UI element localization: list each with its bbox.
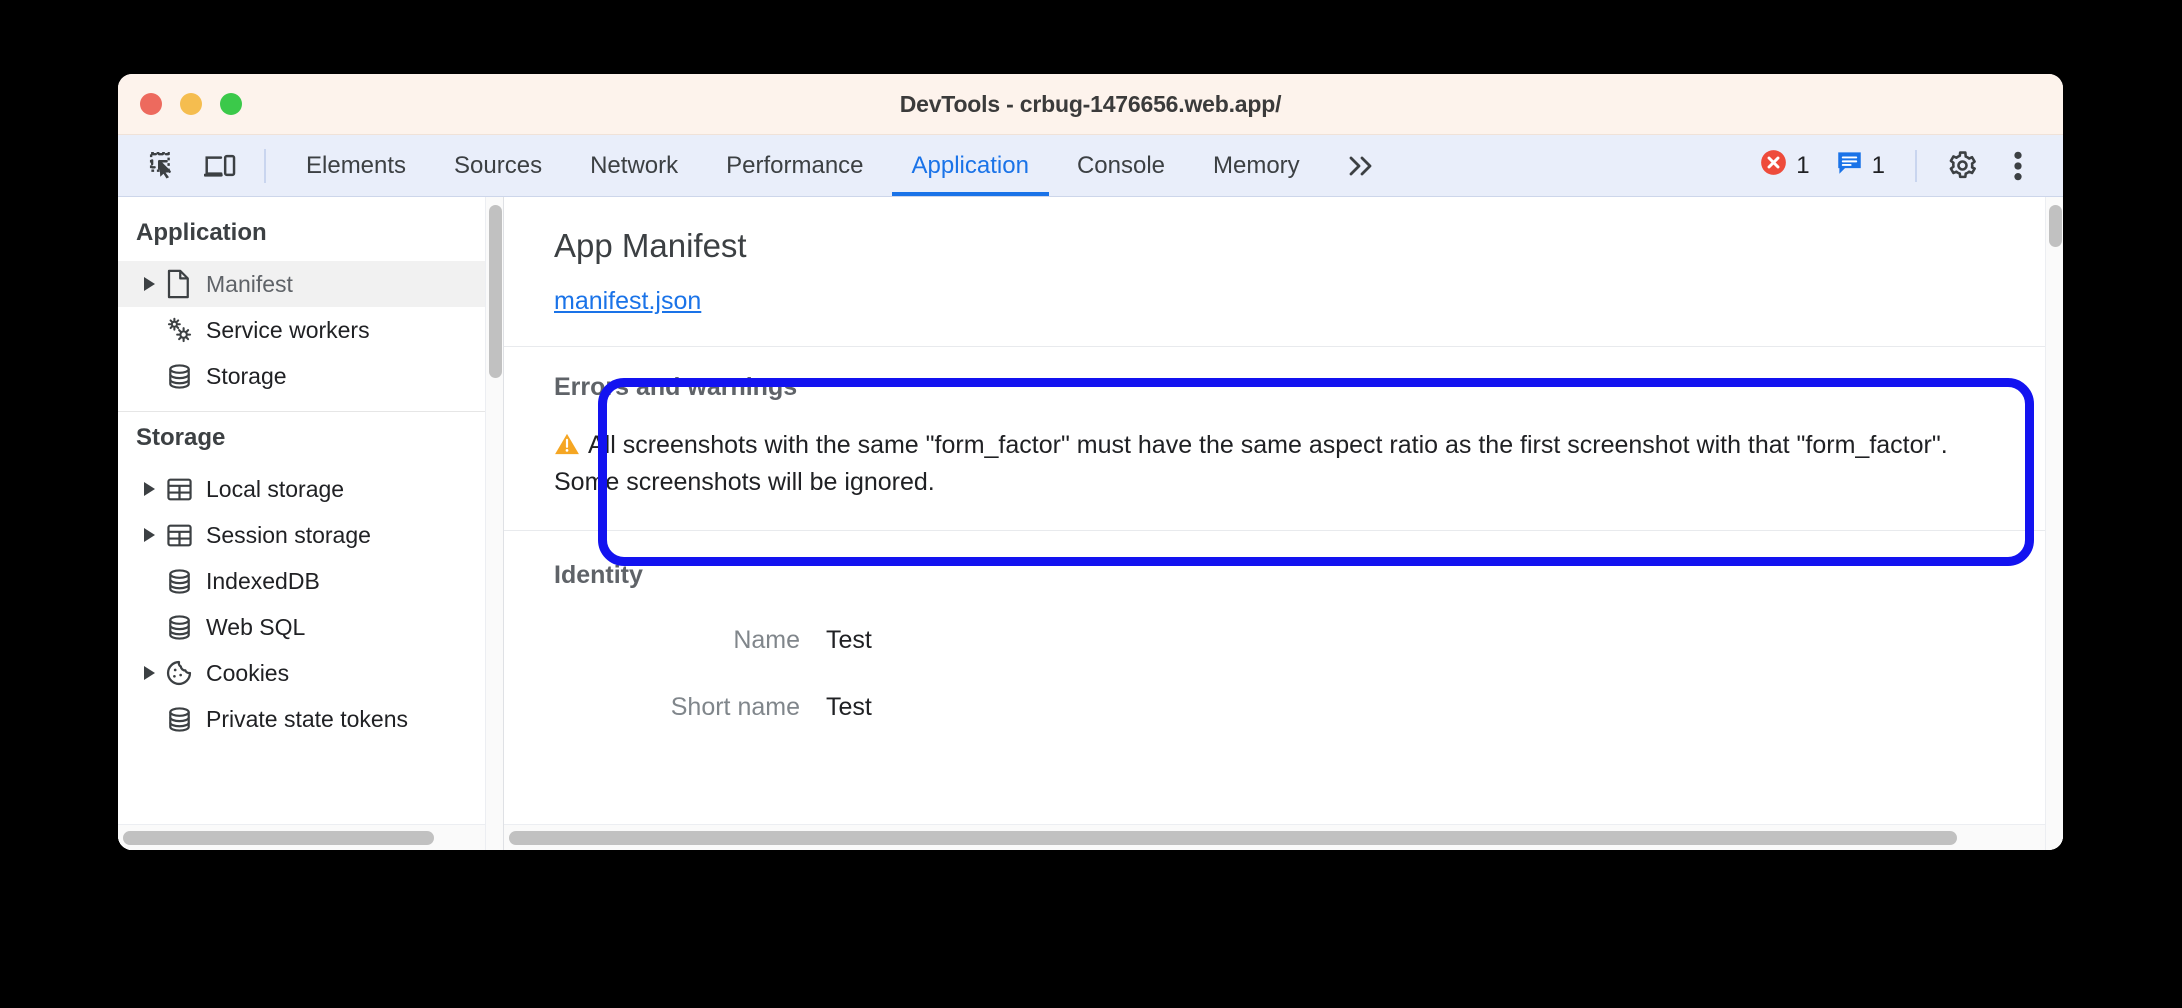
sidebar-horizontal-scrollbar[interactable]	[118, 824, 485, 850]
devtools-window: DevTools - crbug-1476656.web.app/ Elemen…	[118, 74, 2063, 850]
database-icon	[162, 614, 196, 641]
sidebar-tree: Application Manifest Service workers Sto…	[118, 197, 503, 742]
manifest-json-link[interactable]: manifest.json	[554, 287, 701, 315]
tab-label: Application	[911, 151, 1029, 179]
tab-label: Performance	[726, 151, 864, 179]
identity-section: Identity Name Test Short name Test	[504, 531, 2063, 770]
error-counter[interactable]: 1	[1750, 149, 1819, 183]
content-vertical-scrollbar[interactable]	[2045, 197, 2063, 850]
chevron-right-icon[interactable]	[136, 482, 162, 496]
sidebar-group-title: Application	[136, 219, 267, 246]
table-icon	[162, 476, 196, 503]
sidebar-item-label: Cookies	[206, 659, 290, 686]
tab-performance[interactable]: Performance	[702, 135, 887, 196]
chevron-right-icon[interactable]	[136, 666, 162, 680]
document-icon	[162, 269, 196, 299]
device-toolbar-icon[interactable]	[192, 135, 248, 196]
error-icon	[1760, 149, 1787, 183]
sidebar-item-session-storage[interactable]: Session storage	[118, 512, 503, 558]
sidebar-item-local-storage[interactable]: Local storage	[118, 466, 503, 512]
devtools-panes: Application Manifest Service workers Sto…	[118, 197, 2063, 850]
tab-label: Network	[590, 151, 679, 179]
sidebar-item-label: Service workers	[206, 316, 370, 343]
manifest-header-section: App Manifest manifest.json	[504, 197, 2063, 347]
scrollbar-thumb[interactable]	[123, 831, 434, 845]
tab-network[interactable]: Network	[566, 135, 702, 196]
sidebar-item-label: Web SQL	[206, 613, 306, 640]
sidebar-item-label: Private state tokens	[206, 705, 408, 732]
identity-section-title: Identity	[554, 560, 643, 589]
tab-application[interactable]: Application	[888, 135, 1053, 196]
sidebar-item-label: Local storage	[206, 475, 345, 502]
three-dot-menu-icon[interactable]	[1993, 141, 2043, 191]
page-title: App Manifest	[554, 227, 747, 264]
database-icon	[162, 706, 196, 733]
warning-triangle-icon	[554, 431, 580, 465]
tab-sources[interactable]: Sources	[430, 135, 566, 196]
inspect-element-icon[interactable]	[136, 135, 192, 196]
minimize-window-button[interactable]	[180, 93, 202, 115]
content-horizontal-scrollbar[interactable]	[504, 824, 2045, 850]
toolbar-right-actions: 1 1	[1750, 135, 2063, 196]
database-icon	[162, 363, 196, 390]
tab-label: Memory	[1213, 151, 1300, 179]
tab-memory[interactable]: Memory	[1189, 135, 1324, 196]
table-icon	[162, 522, 196, 549]
scrollbar-thumb[interactable]	[489, 205, 502, 378]
scrollbar-thumb[interactable]	[2049, 205, 2062, 247]
field-value: Test	[826, 692, 872, 721]
errors-and-warnings-section: Errors and warnings All screenshots with…	[504, 347, 2063, 531]
more-tabs-chevron-icon[interactable]	[1324, 135, 1398, 196]
sidebar-group-application: Application Manifest Service workers Sto…	[118, 207, 503, 399]
sidebar-group-title: Storage	[136, 424, 226, 451]
tab-label: Sources	[454, 151, 543, 179]
sidebar-item-cookies[interactable]: Cookies	[118, 650, 503, 696]
field-row-name: Name Test	[554, 626, 2063, 655]
sidebar-item-private-state-tokens[interactable]: Private state tokens	[118, 696, 503, 742]
sidebar-item-label: Manifest	[206, 270, 293, 297]
sidebar-item-web-sql[interactable]: Web SQL	[118, 604, 503, 650]
tab-label: Elements	[306, 151, 407, 179]
application-sidebar: Application Manifest Service workers Sto…	[118, 197, 504, 850]
message-count: 1	[1871, 151, 1885, 179]
field-value: Test	[826, 625, 872, 654]
gears-icon	[162, 315, 196, 345]
sidebar-item-indexeddb[interactable]: IndexedDB	[118, 558, 503, 604]
field-label: Name	[733, 625, 800, 654]
field-row-short-name: Short name Test	[554, 693, 2063, 722]
sidebar-item-label: Storage	[206, 362, 287, 389]
message-counter[interactable]: 1	[1826, 149, 1895, 183]
chevron-right-icon[interactable]	[136, 277, 162, 291]
sidebar-item-manifest[interactable]: Manifest	[118, 261, 503, 307]
sidebar-vertical-scrollbar[interactable]	[485, 197, 503, 850]
errors-section-title: Errors and warnings	[554, 373, 798, 401]
close-window-button[interactable]	[140, 93, 162, 115]
chevron-right-icon[interactable]	[136, 528, 162, 542]
tab-console[interactable]: Console	[1053, 135, 1189, 196]
window-titlebar: DevTools - crbug-1476656.web.app/	[118, 74, 2063, 135]
field-label: Short name	[670, 692, 800, 721]
error-count: 1	[1796, 151, 1810, 179]
error-message-text: All screenshots with the same "form_fact…	[554, 431, 1948, 497]
toolbar-divider	[1915, 149, 1917, 182]
sidebar-item-label: Session storage	[206, 521, 371, 548]
window-title: DevTools - crbug-1476656.web.app/	[899, 90, 1282, 117]
error-message: All screenshots with the same "form_fact…	[554, 428, 1949, 500]
devtools-toolbar: Elements Sources Network Performance App…	[118, 135, 2063, 197]
tab-elements[interactable]: Elements	[282, 135, 430, 196]
sidebar-item-service-workers[interactable]: Service workers	[118, 307, 503, 353]
database-icon	[162, 568, 196, 595]
message-icon	[1836, 149, 1863, 183]
sidebar-item-label: IndexedDB	[206, 567, 320, 594]
tab-label: Console	[1076, 151, 1165, 179]
scrollbar-thumb[interactable]	[509, 831, 1957, 845]
manifest-panel: App Manifest manifest.json Errors and wa…	[504, 197, 2063, 850]
zoom-window-button[interactable]	[220, 93, 242, 115]
sidebar-group-storage: Storage Local storage Session storage In…	[118, 411, 503, 742]
sidebar-item-storage[interactable]: Storage	[118, 353, 503, 399]
gear-icon[interactable]	[1937, 141, 1987, 191]
traffic-light-buttons	[140, 93, 242, 115]
cookie-icon	[162, 659, 196, 687]
toolbar-divider	[264, 148, 266, 183]
